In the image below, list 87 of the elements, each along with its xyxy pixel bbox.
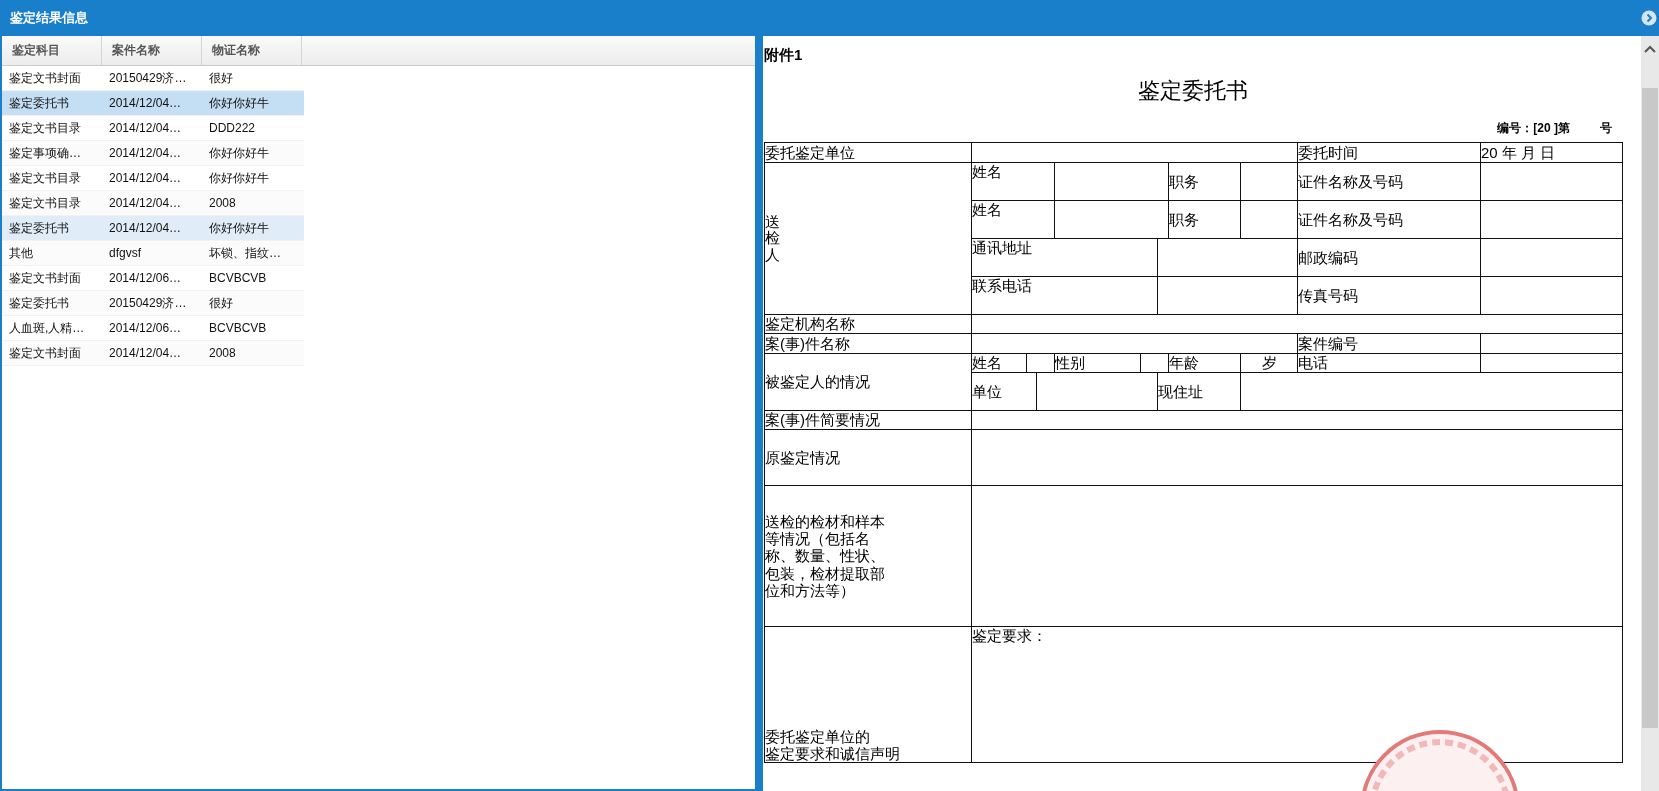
form-label: 岁 (1261, 354, 1277, 372)
table-cell-text: 2008 (208, 346, 237, 360)
table-cell-text: 鉴定文书目录 (8, 194, 82, 212)
form-label: 电话 (1298, 354, 1328, 372)
table-cell-text: 人血斑,人精… (8, 319, 86, 337)
number-label: 编号：[20 ]第 (1497, 120, 1570, 137)
table-cell-text: 20150429济… (108, 69, 188, 87)
form-label: 职务 (1169, 210, 1199, 229)
table-cell-text: 鉴定文书封面 (8, 344, 82, 362)
table-cell-text: 很好 (208, 294, 234, 312)
table-cell-text: 2014/12/04… (108, 196, 183, 210)
scroll-thumb[interactable] (1642, 88, 1658, 728)
table-cell-text: dfgvsf (108, 246, 142, 260)
table-cell-text: 坏锁、指纹… (208, 244, 282, 262)
form-label: 现住址 (1158, 382, 1203, 401)
form-label: 性别 (1055, 354, 1085, 372)
table-cell-text: 其他 (8, 244, 34, 262)
table-cell-text: 你好你好牛 (208, 144, 270, 162)
form-label: 单位 (972, 382, 1002, 401)
scroll-up-icon[interactable] (1644, 44, 1656, 54)
attachment-label: 附件1 (764, 46, 804, 65)
form-label: 被鉴定人的情况 (765, 373, 870, 391)
table-cell-text: 你好你好牛 (208, 169, 270, 187)
number-label: 号 (1600, 120, 1612, 137)
table-row[interactable]: 鉴定委托书 2014/12/04… 你好你好牛 (2, 91, 304, 116)
column-header[interactable]: 鉴定科目 (2, 36, 102, 65)
form-label: 20 年 月 日 (1481, 143, 1556, 162)
form-label: 鉴定要求和诚信声明 (765, 744, 900, 762)
form-label: 邮政编码 (1298, 248, 1358, 267)
form-label: 案(事)件名称 (765, 334, 850, 353)
table-cell-text: 你好你好牛 (208, 219, 270, 237)
table-cell-text: 2014/12/06… (108, 321, 183, 335)
form-label: 传真号码 (1298, 286, 1358, 305)
table-cell-text: BCVBCVB (208, 321, 268, 335)
panel-title: 鉴定结果信息 (10, 9, 88, 27)
table-row[interactable]: 鉴定委托书 2014/12/04… 你好你好牛 (2, 216, 304, 241)
table-row[interactable]: 鉴定文书封面 2014/12/04… 2008 (2, 341, 304, 366)
table-cell-text: 鉴定文书目录 (8, 169, 82, 187)
table-row[interactable]: 鉴定委托书 20150429济… 很好 (2, 291, 304, 316)
table-cell-text: 鉴定委托书 (8, 94, 70, 112)
table-cell-text: 20150429济… (108, 294, 188, 312)
table-cell-text: 你好你好牛 (208, 94, 270, 112)
form-label: 姓名 (972, 354, 1002, 372)
form-label: 联系电话 (972, 277, 1032, 295)
expand-icon[interactable] (1641, 10, 1657, 26)
table-cell-text: 鉴定文书目录 (8, 119, 82, 137)
table-cell-text: 2014/12/04… (108, 346, 183, 360)
form-label: 送检的检材和样本等情况（包括名称、数量、性状、包装，检材提取部位和方法等） (765, 512, 886, 600)
form-label: 证件名称及号码 (1298, 210, 1403, 229)
table-cell-text: 2014/12/06… (108, 271, 183, 285)
splitter[interactable] (757, 0, 763, 791)
form-label: 委托时间 (1298, 143, 1358, 162)
table-row[interactable]: 鉴定事项确… 2014/12/04… 你好你好牛 (2, 141, 304, 166)
form-label: 案件编号 (1298, 334, 1358, 353)
form-label: 姓名 (972, 201, 1002, 219)
table-cell-text: 鉴定事项确… (8, 144, 82, 162)
table-cell-text: 2008 (208, 196, 237, 210)
table-cell-text: 2014/12/04… (108, 96, 183, 110)
form-label: 职务 (1169, 172, 1199, 191)
form-label: 姓名 (972, 163, 1002, 181)
table-cell-text: 鉴定委托书 (8, 294, 70, 312)
form-label: 鉴定机构名称 (765, 315, 855, 333)
form-label: 案(事)件简要情况 (765, 411, 880, 429)
table-cell-text: 2014/12/04… (108, 121, 183, 135)
column-header[interactable]: 物证名称 (202, 36, 302, 65)
form-label: 通讯地址 (972, 239, 1032, 257)
form-label: 原鉴定情况 (765, 448, 840, 467)
form-label: 鉴定要求： (972, 627, 1047, 645)
form-label: 证件名称及号码 (1298, 172, 1403, 191)
table-cell-text: 鉴定委托书 (8, 219, 70, 237)
table-cell-text: DDD222 (208, 121, 257, 135)
scrollbar[interactable] (1641, 36, 1659, 791)
table-cell-text: 2014/12/04… (108, 221, 183, 235)
table-cell-text: 2014/12/04… (108, 146, 183, 160)
document-title: 鉴定委托书 (1138, 77, 1248, 105)
table-cell-text: 鉴定文书封面 (8, 269, 82, 287)
form-label: 送检人 (765, 213, 780, 264)
table-row[interactable]: 鉴定文书目录 2014/12/04… 2008 (2, 191, 304, 216)
form-label: 委托鉴定单位的 (765, 727, 870, 745)
form-label: 委托鉴定单位 (765, 143, 855, 162)
table-cell-text: 2014/12/04… (108, 171, 183, 185)
column-header[interactable]: 案件名称 (102, 36, 202, 65)
table-row[interactable]: 其他 dfgvsf 坏锁、指纹… (2, 241, 304, 266)
table-cell-text: 鉴定文书封面 (8, 69, 82, 87)
form-label: 年龄 (1169, 354, 1199, 372)
table-cell-text: 很好 (208, 69, 234, 87)
table-cell-text: BCVBCVB (208, 271, 268, 285)
